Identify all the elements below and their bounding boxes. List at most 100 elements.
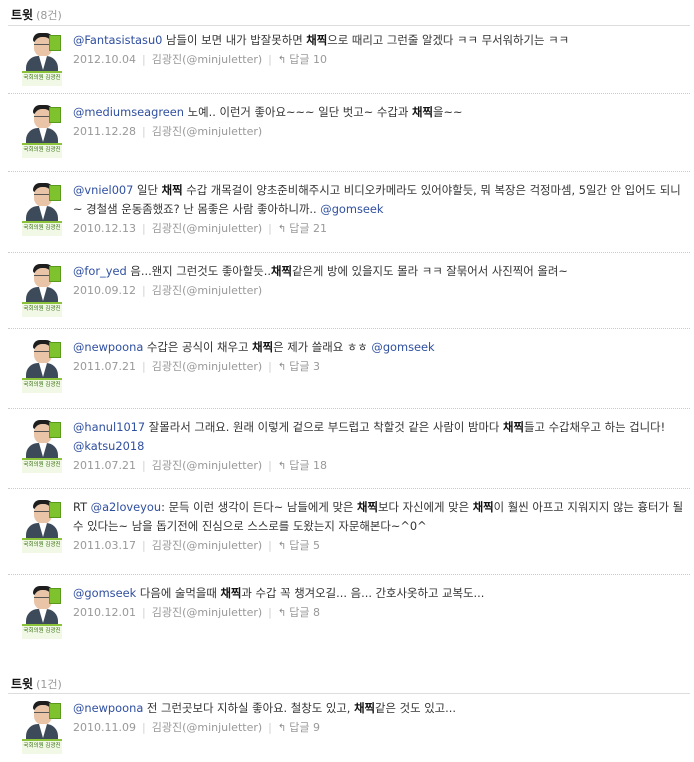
meta-separator: | [268, 539, 272, 552]
tweet-item: 국회의원 김광진 @newpoona 수갑은 공식이 채우고 채찍은 제가 쓸래요… [0, 338, 694, 394]
avatar[interactable]: 국회의원 김광진 [22, 498, 62, 553]
tweet-item: 국회의원 김광진 @hanul1017 잘몰라서 그래요. 원래 이렇게 겉으로 … [0, 418, 694, 486]
meta-separator: | [141, 721, 146, 734]
avatar[interactable]: 국회의원 김광진 [22, 338, 62, 393]
tweet-author[interactable]: 김광진(@minjuletter) [152, 284, 262, 297]
mention-link[interactable]: @katsu2018 [73, 439, 144, 453]
tweet-date[interactable]: 2011.12.28 [73, 125, 136, 138]
tweet-text-part: 수갑은 공식이 채우고 [143, 340, 253, 354]
tweet-author[interactable]: 김광진(@minjuletter) [152, 125, 262, 138]
meta-separator: | [141, 539, 146, 552]
tweet-date[interactable]: 2010.11.09 [73, 721, 136, 734]
tweet-author[interactable]: 김광진(@minjuletter) [152, 459, 262, 472]
reply-button[interactable]: ↰ 답글 9 [278, 721, 320, 734]
reply-button[interactable]: ↰ 답글 8 [278, 606, 320, 619]
reply-button[interactable]: ↰ 답글 18 [278, 459, 327, 472]
avatar-banner: 국회의원 김광진 [22, 538, 62, 553]
avatar[interactable]: 국회의원 김광진 [22, 103, 62, 158]
reply-count: 답글 10 [289, 53, 328, 66]
reply-count: 답글 21 [289, 222, 328, 235]
tweet-divider [8, 93, 690, 94]
mention-link[interactable]: @gomseek [371, 340, 434, 354]
reply-arrow-icon: ↰ [277, 723, 287, 734]
tweet-text-part: 남들이 보면 내가 밥잘못하면 [162, 33, 307, 47]
tweet-text: @newpoona 전 그런곳보다 지하실 좋아요. 철창도 있고, 채찍같은 … [73, 699, 687, 718]
tweet-item: 국회의원 김광진 @mediumseagreen 노예.. 이런거 좋아요~~~ … [0, 103, 694, 159]
avatar[interactable]: 국회의원 김광진 [22, 262, 62, 317]
keyword-highlight: 채찍 [412, 105, 433, 119]
tweet-author[interactable]: 김광진(@minjuletter) [152, 222, 262, 235]
mention-link[interactable]: @Fantasistasu0 [73, 33, 162, 47]
tweet-date[interactable]: 2011.07.21 [73, 360, 136, 373]
tweet-text-part: 잘몰라서 그래요. 원래 이렇게 겉으로 부드럽고 착할것 같은 사람이 밤마다 [145, 420, 504, 434]
section-header: 트윗 (1건) [11, 675, 62, 693]
avatar-banner: 국회의원 김광진 [22, 302, 62, 317]
tweet-text-part: 일단 [133, 183, 162, 197]
tweet-meta: 2011.03.17 | 김광진(@minjuletter) | ↰ 답글 5 [73, 538, 320, 554]
tweet-text-part: 을~~ [432, 105, 463, 119]
meta-separator: | [141, 53, 146, 66]
tweet-text-part: : 문득 이런 생각이 든다~ 남들에게 맞은 [161, 500, 358, 514]
tweet-divider [8, 328, 690, 329]
mention-link[interactable]: @gomseek [73, 586, 136, 600]
avatar-sign [49, 35, 61, 51]
tweet-meta: 2012.10.04 | 김광진(@minjuletter) | ↰ 답글 10 [73, 52, 327, 68]
meta-separator: | [268, 222, 272, 235]
reply-button[interactable]: ↰ 답글 3 [278, 360, 320, 373]
avatar[interactable]: 국회의원 김광진 [22, 418, 62, 473]
avatar-banner: 국회의원 김광진 [22, 221, 62, 236]
meta-separator: | [141, 606, 146, 619]
tweet-text: @Fantasistasu0 남들이 보면 내가 밥잘못하면 채찍으로 때리고 … [73, 31, 687, 50]
tweet-author[interactable]: 김광진(@minjuletter) [152, 721, 262, 734]
tweet-author[interactable]: 김광진(@minjuletter) [152, 539, 262, 552]
mention-link[interactable]: @a2loveyou [91, 500, 161, 514]
avatar-banner: 국회의원 김광진 [22, 739, 62, 754]
reply-arrow-icon: ↰ [277, 55, 287, 66]
mention-link[interactable]: @newpoona [73, 701, 143, 715]
keyword-highlight: 채찍 [354, 701, 376, 715]
mention-link[interactable]: @for_yed [73, 264, 127, 278]
tweet-text-part: 노예.. 이런거 좋아요~~~ 일단 벗고~ 수갑과 [184, 105, 412, 119]
tweet-item: 국회의원 김광진 @gomseek 다음에 술먹을때 채찍과 수갑 꼭 챙겨오길.… [0, 584, 694, 640]
reply-arrow-icon: ↰ [277, 541, 287, 552]
tweet-date[interactable]: 2010.09.12 [73, 284, 136, 297]
avatar-sign [49, 422, 61, 438]
tweet-date[interactable]: 2010.12.01 [73, 606, 136, 619]
avatar[interactable]: 국회의원 김광진 [22, 699, 62, 754]
reply-arrow-icon: ↰ [277, 608, 287, 619]
avatar[interactable]: 국회의원 김광진 [22, 31, 62, 86]
tweet-divider [8, 171, 690, 172]
mention-link[interactable]: @newpoona [73, 340, 143, 354]
tweet-text-part: 전 그런곳보다 지하실 좋아요. 철창도 있고, [143, 701, 355, 715]
tweet-text-part: 들고 수갑채우고 하는 겁니다! [524, 420, 666, 434]
meta-separator: | [141, 222, 146, 235]
tweet-author[interactable]: 김광진(@minjuletter) [152, 606, 262, 619]
mention-link[interactable]: @hanul1017 [73, 420, 145, 434]
avatar[interactable]: 국회의원 김광진 [22, 181, 62, 236]
tweet-text-part: 다음에 술먹을때 [136, 586, 221, 600]
avatar-banner: 국회의원 김광진 [22, 143, 62, 158]
reply-button[interactable]: ↰ 답글 21 [278, 222, 327, 235]
tweet-date[interactable]: 2012.10.04 [73, 53, 136, 66]
section-count: (1건) [36, 678, 62, 691]
tweet-meta: 2011.07.21 | 김광진(@minjuletter) | ↰ 답글 18 [73, 458, 327, 474]
reply-count: 답글 18 [289, 459, 328, 472]
mention-link[interactable]: @vniel007 [73, 183, 133, 197]
tweet-author[interactable]: 김광진(@minjuletter) [152, 53, 262, 66]
tweet-date[interactable]: 2010.12.13 [73, 222, 136, 235]
avatar[interactable]: 국회의원 김광진 [22, 584, 62, 639]
tweet-date[interactable]: 2011.03.17 [73, 539, 136, 552]
meta-separator: | [141, 360, 146, 373]
reply-button[interactable]: ↰ 답글 10 [278, 53, 327, 66]
avatar-sign [49, 703, 61, 719]
reply-count: 답글 8 [289, 606, 321, 619]
tweet-text: @vniel007 일단 채찍 수갑 개목걸이 양초준비해주시고 비디오카메라도… [73, 181, 687, 219]
mention-link[interactable]: @mediumseagreen [73, 105, 184, 119]
tweet-author[interactable]: 김광진(@minjuletter) [152, 360, 262, 373]
tweet-text: @for_yed 음...왠지 그런것도 좋아할듯..채찍같은게 방에 있을지도… [73, 262, 687, 281]
mention-link[interactable]: @gomseek [320, 202, 383, 216]
tweet-date[interactable]: 2011.07.21 [73, 459, 136, 472]
tweet-divider [8, 408, 690, 409]
meta-separator: | [141, 284, 146, 297]
reply-button[interactable]: ↰ 답글 5 [278, 539, 320, 552]
